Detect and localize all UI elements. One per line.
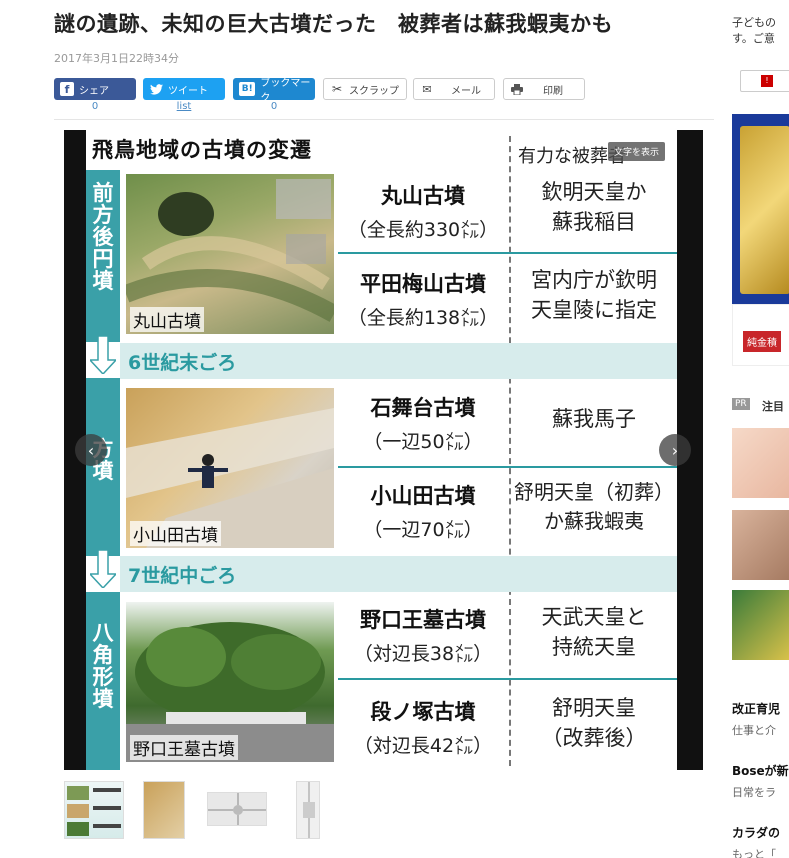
row-divider xyxy=(338,678,677,680)
hatena-bookmark-count: 0 xyxy=(270,101,278,112)
pr-badge: PR xyxy=(732,398,750,410)
period-label-7c: 7世紀中ごろ xyxy=(128,565,237,587)
envelope-icon: ✉ xyxy=(422,82,432,96)
twitter-bird-icon xyxy=(149,82,163,96)
thumbnail-1[interactable] xyxy=(64,781,124,839)
hatena-bookmark-label: ブックマーク xyxy=(260,78,311,104)
tomb-name: 平田梅山古墳 xyxy=(360,272,486,296)
tomb-name: 石舞台古墳 xyxy=(370,396,476,420)
scrap-button[interactable]: ✂ スクラップ xyxy=(323,78,407,100)
previous-image-button[interactable]: ‹ xyxy=(75,434,107,466)
sidebar-link-sub: もっと「 xyxy=(732,848,776,858)
chevron-left-icon: ‹ xyxy=(87,440,95,460)
printer-icon xyxy=(510,82,524,96)
image-viewer: 飛鳥地域の古墳の変遷 有力な被葬者 文字を表示 前方後円墳 方墳 八角形墳 6世… xyxy=(64,130,703,770)
buried-person: 舒明天皇 （改葬後） xyxy=(541,696,647,751)
pr-thumbnail-3[interactable] xyxy=(732,590,789,660)
article-title: 謎の遺跡、未知の巨大古墳だった 被葬者は蘇我蝦夷かも xyxy=(54,12,613,36)
sidebar-button[interactable]: ! xyxy=(740,70,789,92)
down-arrow-icon xyxy=(90,336,116,374)
twitter-count-link[interactable]: list xyxy=(143,101,225,112)
row-divider xyxy=(338,252,677,254)
tomb-name: 丸山古墳 xyxy=(381,184,465,208)
buried-person: 蘇我馬子 xyxy=(552,407,636,431)
tomb-size: （一辺70㍍） xyxy=(363,519,483,541)
hatena-icon: B! xyxy=(239,82,256,96)
era-shape-label: 前方後円墳 xyxy=(92,181,114,294)
scissors-icon: ✂ xyxy=(331,82,343,96)
thumbnail-image xyxy=(67,786,121,836)
buried-person: 宮内庁が欽明 天皇陵に指定 xyxy=(531,268,657,323)
badge-icon: ! xyxy=(761,75,773,87)
sidebar-link-sub: 仕事と介 xyxy=(732,724,776,737)
tomb-size: （対辺長38㍍） xyxy=(353,643,493,665)
period-label-6c: 6世紀末ごろ xyxy=(128,352,237,374)
era-bar-hakkakukeifun: 八角形墳 xyxy=(86,592,120,770)
photo-maruyama-kofun: 丸山古墳 xyxy=(126,174,334,334)
thumbnail-image xyxy=(303,782,315,838)
tomb-size: （全長約330㍍） xyxy=(347,219,499,241)
right-sidebar: 子どもの す。ご意 ! 純金積 PR 注目 改正育児 仕事と介 Boseが新 日… xyxy=(730,0,789,858)
divider xyxy=(54,119,714,120)
facebook-icon: f xyxy=(60,82,74,96)
twitter-share-label: ツイート xyxy=(168,85,208,97)
print-button[interactable]: 印刷 xyxy=(503,78,585,100)
buried-person: 欽明天皇か 蘇我稲目 xyxy=(541,180,647,235)
mail-button[interactable]: ✉ メール xyxy=(413,78,495,100)
tomb-size: （全長約138㍍） xyxy=(347,307,499,329)
mail-label: メール xyxy=(451,85,481,97)
facebook-share-button[interactable]: f シェア xyxy=(54,78,136,100)
scrap-label: スクラップ xyxy=(349,85,399,97)
sidebar-text: す。ご意 xyxy=(732,32,775,45)
tomb-size: （対辺長42㍍） xyxy=(353,735,493,757)
hatena-bookmark-button[interactable]: B! ブックマーク xyxy=(233,78,315,104)
buried-person: 天武天皇と 持統天皇 xyxy=(541,605,647,660)
pr-heading: 注目 xyxy=(762,400,784,413)
ad-cta-button[interactable]: 純金積 xyxy=(743,331,781,352)
sidebar-link-sub: 日常をラ xyxy=(732,786,776,799)
pr-thumbnail-2[interactable] xyxy=(732,510,789,580)
thumbnail-4[interactable] xyxy=(296,781,320,839)
photo-caption: 丸山古墳 xyxy=(130,307,204,332)
chevron-right-icon: › xyxy=(671,440,679,460)
show-text-button[interactable]: 文字を表示 xyxy=(608,142,666,161)
next-image-button[interactable]: › xyxy=(659,434,691,466)
gold-bar-image xyxy=(740,126,789,294)
photo-caption: 小山田古墳 xyxy=(130,521,221,546)
sidebar-link-title[interactable]: 改正育児 xyxy=(732,700,780,717)
down-arrow-icon xyxy=(90,550,116,588)
kofun-infographic: 飛鳥地域の古墳の変遷 有力な被葬者 文字を表示 前方後円墳 方墳 八角形墳 6世… xyxy=(86,130,677,770)
facebook-share-label: シェア xyxy=(79,85,109,97)
era-shape-label: 八角形墳 xyxy=(92,621,114,712)
thumbnail-2[interactable] xyxy=(143,781,185,839)
row-divider xyxy=(338,466,677,468)
era-bar-hofun: 方墳 xyxy=(86,378,120,556)
photo-koyamada-kofun: 小山田古墳 xyxy=(126,388,334,548)
buried-person: 舒明天皇（初葬） か蘇我蝦夷 xyxy=(514,480,674,533)
thumbnail-image xyxy=(208,793,266,825)
gold-ad-banner[interactable] xyxy=(732,114,789,304)
sidebar-text: 子どもの xyxy=(732,16,776,29)
thumbnail-3[interactable] xyxy=(207,792,267,826)
twitter-share-button[interactable]: ツイート xyxy=(143,78,225,100)
article-date: 2017年3月1日22時34分 xyxy=(54,52,179,65)
print-label: 印刷 xyxy=(543,85,563,97)
tomb-size: （一辺50㍍） xyxy=(363,431,483,453)
sidebar-link-title[interactable]: カラダの xyxy=(732,824,780,841)
photo-caption: 野口王墓古墳 xyxy=(130,735,238,760)
photo-noguchi-ono-haka-kofun: 野口王墓古墳 xyxy=(126,602,334,762)
infographic-title: 飛鳥地域の古墳の変遷 xyxy=(92,138,312,162)
tomb-name: 野口王墓古墳 xyxy=(360,608,486,632)
era-bar-zenpokoenfun: 前方後円墳 xyxy=(86,170,120,342)
tomb-name: 小山田古墳 xyxy=(370,484,476,508)
facebook-share-count: 0 xyxy=(91,101,99,112)
dashed-divider xyxy=(509,136,511,766)
sidebar-link-title[interactable]: Boseが新 xyxy=(732,762,789,779)
tomb-name: 段ノ塚古墳 xyxy=(370,700,476,724)
pr-thumbnail-1[interactable] xyxy=(732,428,789,498)
ad-cta-area[interactable]: 純金積 xyxy=(732,304,789,366)
